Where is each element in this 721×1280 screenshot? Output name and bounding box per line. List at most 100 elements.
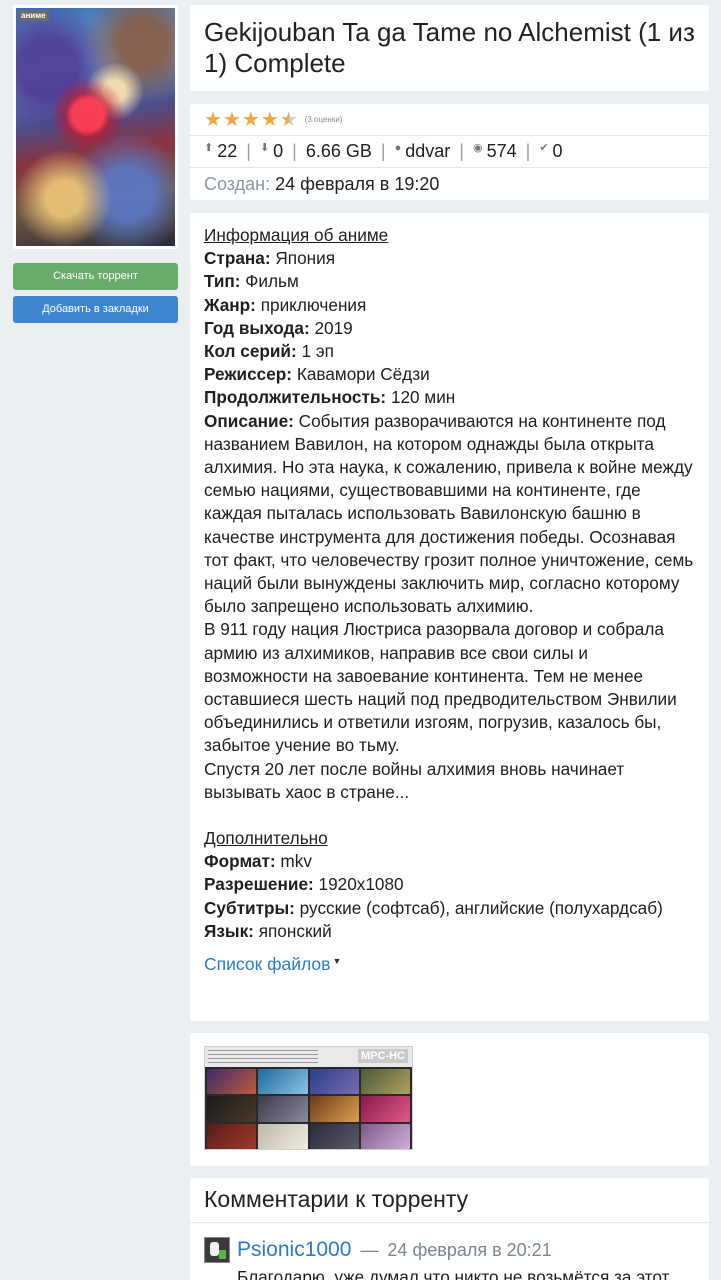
created-date: 24 февраля в 19:20	[275, 173, 440, 194]
leechers-count: 0	[273, 141, 284, 161]
screenshot-header: MPC-HC	[205, 1047, 412, 1067]
director-line: Режиссер: Кавамори Сёдзи	[204, 363, 695, 386]
comment-date: 24 февраля в 20:21	[387, 1239, 552, 1260]
check-badge-icon: ✔	[539, 142, 549, 154]
year-value: 2019	[314, 317, 353, 338]
size-stat: 6.66 GB	[306, 141, 372, 162]
upload-arrow-icon: ⬆	[204, 142, 214, 154]
comment-text: Благодарю, уже думал что никто не возьмё…	[237, 1267, 670, 1280]
divider: |	[380, 141, 386, 161]
description-paragraph: В 911 году нация Люстриса разорвала дого…	[204, 619, 677, 756]
frame-thumb	[258, 1123, 308, 1149]
episodes-label: Кол серий:	[204, 341, 297, 362]
country-label: Страна:	[204, 248, 271, 269]
resolution-line: Разрешение: 1920x1080	[204, 873, 695, 896]
description-paragraph: Спустя 20 лет после войны алхимия вновь …	[204, 758, 625, 802]
language-label: Язык:	[204, 920, 254, 941]
comment-header: Psionic1000 — 24 февраля в 20:21	[204, 1237, 695, 1263]
uploader-stat: ● ddvar	[395, 141, 451, 162]
caret-down-icon: ▼	[332, 956, 342, 967]
year-label: Год выхода:	[204, 317, 310, 338]
download-torrent-button[interactable]: Скачать торрент	[13, 263, 178, 290]
genre-label: Жанр:	[204, 294, 256, 315]
director-label: Режиссер:	[204, 364, 293, 385]
year-line: Год выхода: 2019	[204, 317, 695, 340]
completed-count: 0	[552, 141, 563, 161]
language-value: японский	[258, 920, 332, 941]
subtitles-line: Субтитры: русские (софтсаб), английские …	[204, 897, 695, 920]
star-icon[interactable]: ★	[261, 110, 279, 130]
avatar[interactable]	[204, 1237, 230, 1263]
frame-thumb	[207, 1123, 257, 1149]
leechers-stat: ⬇ 0	[260, 141, 283, 162]
genre-value: приключения	[260, 294, 367, 315]
meta-card: ★ ★ ★ ★ ★ (3 оценки) ⬆ 22 | ⬇ 0 | 6.66 G…	[190, 104, 709, 200]
player-logo: MPC-HC	[358, 1049, 408, 1063]
star-icon[interactable]: ★	[280, 110, 298, 130]
seeders-count: 22	[217, 141, 238, 161]
created-row: Создан: 24 февраля в 19:20	[190, 168, 709, 200]
duration-line: Продолжительность: 120 мин	[204, 386, 695, 409]
user-icon: ●	[394, 141, 402, 154]
seeders-stat: ⬆ 22	[204, 141, 237, 162]
frame-thumb	[258, 1069, 308, 1095]
frame-thumb	[360, 1123, 410, 1149]
poster-image[interactable]: аниме	[13, 5, 178, 249]
file-list-label: Список файлов	[204, 954, 331, 975]
episodes-line: Кол серий: 1 эп	[204, 340, 695, 363]
country-value: Япония	[275, 248, 336, 269]
views-count: 574	[486, 141, 517, 161]
screenshot-thumbnail[interactable]: MPC-HC	[204, 1046, 413, 1150]
format-value: mkv	[280, 851, 312, 872]
divider	[190, 1222, 709, 1223]
genre-line: Жанр: приключения	[204, 294, 695, 317]
type-value: Фильм	[245, 271, 299, 292]
extra-heading: Дополнительно	[204, 828, 328, 849]
info-heading: Информация об аниме	[204, 225, 389, 245]
page-title: Gekijouban Ta ga Tame no Alchemist (1 из…	[204, 17, 695, 78]
rating-count: (3 оценки)	[304, 115, 343, 124]
screenshots-card: MPC-HC	[190, 1033, 709, 1166]
comments-heading: Комментарии к торренту	[204, 1186, 469, 1212]
file-list-toggle[interactable]: Список файлов ▼	[204, 953, 341, 979]
comment-author[interactable]: Psionic1000	[237, 1238, 351, 1262]
views-stat: ◉ 574	[473, 141, 517, 162]
star-icon[interactable]: ★	[242, 110, 260, 130]
divider: |	[292, 141, 297, 161]
created-label: Создан:	[204, 173, 271, 194]
resolution-label: Разрешение:	[204, 874, 314, 895]
frame-thumb	[309, 1069, 359, 1095]
country-line: Страна: Япония	[204, 247, 695, 270]
dash-separator: —	[360, 1239, 379, 1260]
frame-thumb	[309, 1123, 359, 1149]
duration-value: 120 мин	[390, 387, 456, 408]
download-arrow-icon: ⬇	[259, 142, 270, 154]
mediainfo-text	[208, 1050, 318, 1064]
completed-stat: ✔ 0	[539, 141, 562, 162]
eye-icon: ◉	[472, 142, 483, 154]
language-line: Язык: японский	[204, 920, 695, 943]
left-column: аниме Скачать торрент Добавить в закладк…	[13, 5, 178, 323]
frame-thumb	[360, 1096, 410, 1122]
file-size: 6.66 GB	[305, 141, 372, 161]
uploader-name[interactable]: ddvar	[405, 141, 450, 162]
stats-row: ⬆ 22 | ⬇ 0 | 6.66 GB | ● ddvar | ◉ 574 |…	[190, 136, 709, 168]
category-badge: аниме	[18, 10, 49, 21]
subtitles-value: русские (софтсаб), английские (полухардс…	[299, 897, 663, 918]
subtitles-label: Субтитры:	[204, 897, 295, 918]
star-icon[interactable]: ★	[223, 110, 241, 130]
divider: |	[246, 141, 251, 161]
frame-thumb	[258, 1096, 308, 1122]
format-line: Формат: mkv	[204, 850, 695, 873]
resolution-value: 1920x1080	[318, 874, 404, 895]
frame-thumb	[207, 1096, 257, 1122]
comments-card: Комментарии к торренту Psionic1000 — 24 …	[190, 1178, 709, 1280]
rating-row: ★ ★ ★ ★ ★ (3 оценки)	[190, 104, 709, 136]
divider: |	[459, 141, 464, 161]
episodes-value: 1 эп	[301, 341, 334, 362]
star-icon[interactable]: ★	[204, 110, 222, 130]
title-card: Gekijouban Ta ga Tame no Alchemist (1 из…	[190, 5, 709, 91]
add-bookmark-button[interactable]: Добавить в закладки	[13, 296, 178, 323]
type-label: Тип:	[204, 271, 241, 292]
rating-stars[interactable]: ★ ★ ★ ★ ★	[204, 110, 299, 130]
